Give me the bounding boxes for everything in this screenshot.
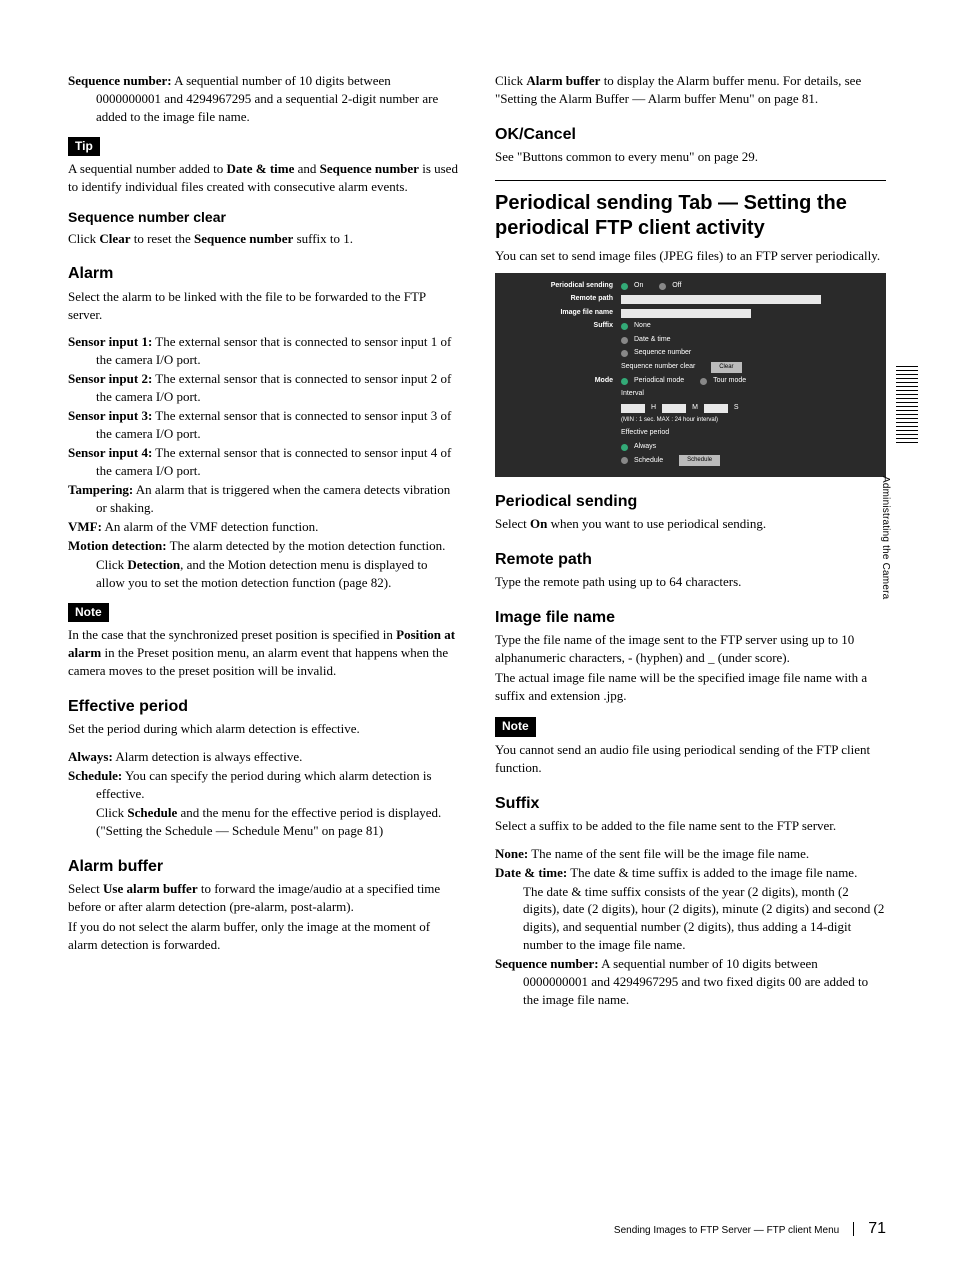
page: Administrating the Camera Sequence numbe… bbox=[0, 0, 954, 1274]
right-column: Click Alarm buffer to display the Alarm … bbox=[491, 72, 886, 1010]
alarm-buffer-p2: If you do not select the alarm buffer, o… bbox=[68, 918, 459, 954]
note-text-2: You cannot send an audio file using peri… bbox=[495, 741, 886, 777]
vmf: VMF: An alarm of the VMF detection funct… bbox=[68, 518, 459, 536]
tip-badge: Tip bbox=[68, 137, 100, 157]
ifn-p2: The actual image file name will be the s… bbox=[495, 669, 886, 705]
suffix-heading: Suffix bbox=[495, 793, 886, 815]
motion-detection-sub: Click Detection, and the Motion detectio… bbox=[68, 556, 459, 592]
note-text: In the case that the synchronized preset… bbox=[68, 626, 459, 680]
sensor-input-1: Sensor input 1: The external sensor that… bbox=[68, 333, 459, 369]
remote-path-heading: Remote path bbox=[495, 549, 886, 571]
page-footer: Sending Images to FTP Server — FTP clien… bbox=[614, 1218, 886, 1240]
left-column: Sequence number: A sequential number of … bbox=[68, 72, 463, 1010]
always-item: Always: Alarm detection is always effect… bbox=[68, 748, 459, 766]
side-tab-label: Administrating the Camera bbox=[878, 476, 892, 599]
footer-separator bbox=[853, 1222, 854, 1236]
edge-marks bbox=[896, 366, 918, 446]
ok-cancel-text: See "Buttons common to every menu" on pa… bbox=[495, 148, 886, 166]
suffix-text: Select a suffix to be added to the file … bbox=[495, 817, 886, 835]
alarm-buffer-p1: Select Use alarm buffer to forward the i… bbox=[68, 880, 459, 916]
periodical-sending-heading: Periodical sending bbox=[495, 491, 886, 513]
periodical-main-text: You can set to send image files (JPEG fi… bbox=[495, 247, 886, 265]
effective-period-text: Set the period during which alarm detect… bbox=[68, 720, 459, 738]
tip-text: A sequential number added to Date & time… bbox=[68, 160, 459, 196]
effective-period-heading: Effective period bbox=[68, 696, 459, 718]
sensor-input-2: Sensor input 2: The external sensor that… bbox=[68, 370, 459, 406]
image-file-name-heading: Image file name bbox=[495, 607, 886, 629]
alarm-heading: Alarm bbox=[68, 263, 459, 285]
periodical-sending-text: Select On when you want to use periodica… bbox=[495, 515, 886, 533]
motion-detection: Motion detection: The alarm detected by … bbox=[68, 537, 459, 555]
page-number: 71 bbox=[868, 1218, 886, 1240]
periodical-sending-tab-heading: Periodical sending Tab — Setting the per… bbox=[495, 191, 886, 241]
seq-clear-text: Click Clear to reset the Sequence number… bbox=[68, 230, 459, 248]
section-rule bbox=[495, 180, 886, 181]
sensor-input-3: Sensor input 3: The external sensor that… bbox=[68, 407, 459, 443]
suffix-date-time-sub: The date & time suffix consists of the y… bbox=[495, 883, 886, 955]
suffix-none: None: The name of the sent file will be … bbox=[495, 845, 886, 863]
seq-number-item: Sequence number: A sequential number of … bbox=[68, 72, 459, 126]
alarm-text: Select the alarm to be linked with the f… bbox=[68, 288, 459, 324]
settings-screenshot: Periodical sendingOn Off Remote path Ima… bbox=[495, 273, 886, 478]
schedule-item: Schedule: You can specify the period dur… bbox=[68, 767, 459, 803]
note-badge-2: Note bbox=[495, 717, 536, 737]
alarm-buffer-heading: Alarm buffer bbox=[68, 856, 459, 878]
sensor-input-4: Sensor input 4: The external sensor that… bbox=[68, 444, 459, 480]
tampering: Tampering: An alarm that is triggered wh… bbox=[68, 481, 459, 517]
alarm-buffer-link: Click Alarm buffer to display the Alarm … bbox=[495, 72, 886, 108]
seq-clear-heading: Sequence number clear bbox=[68, 208, 459, 227]
note-badge: Note bbox=[68, 603, 109, 623]
suffix-seq-number: Sequence number: A sequential number of … bbox=[495, 955, 886, 1009]
ok-cancel-heading: OK/Cancel bbox=[495, 124, 886, 146]
schedule-sub: Click Schedule and the menu for the effe… bbox=[68, 804, 459, 840]
remote-path-text: Type the remote path using up to 64 char… bbox=[495, 573, 886, 591]
ifn-p1: Type the file name of the image sent to … bbox=[495, 631, 886, 667]
footer-title: Sending Images to FTP Server — FTP clien… bbox=[614, 1224, 839, 1238]
suffix-date-time: Date & time: The date & time suffix is a… bbox=[495, 864, 886, 882]
